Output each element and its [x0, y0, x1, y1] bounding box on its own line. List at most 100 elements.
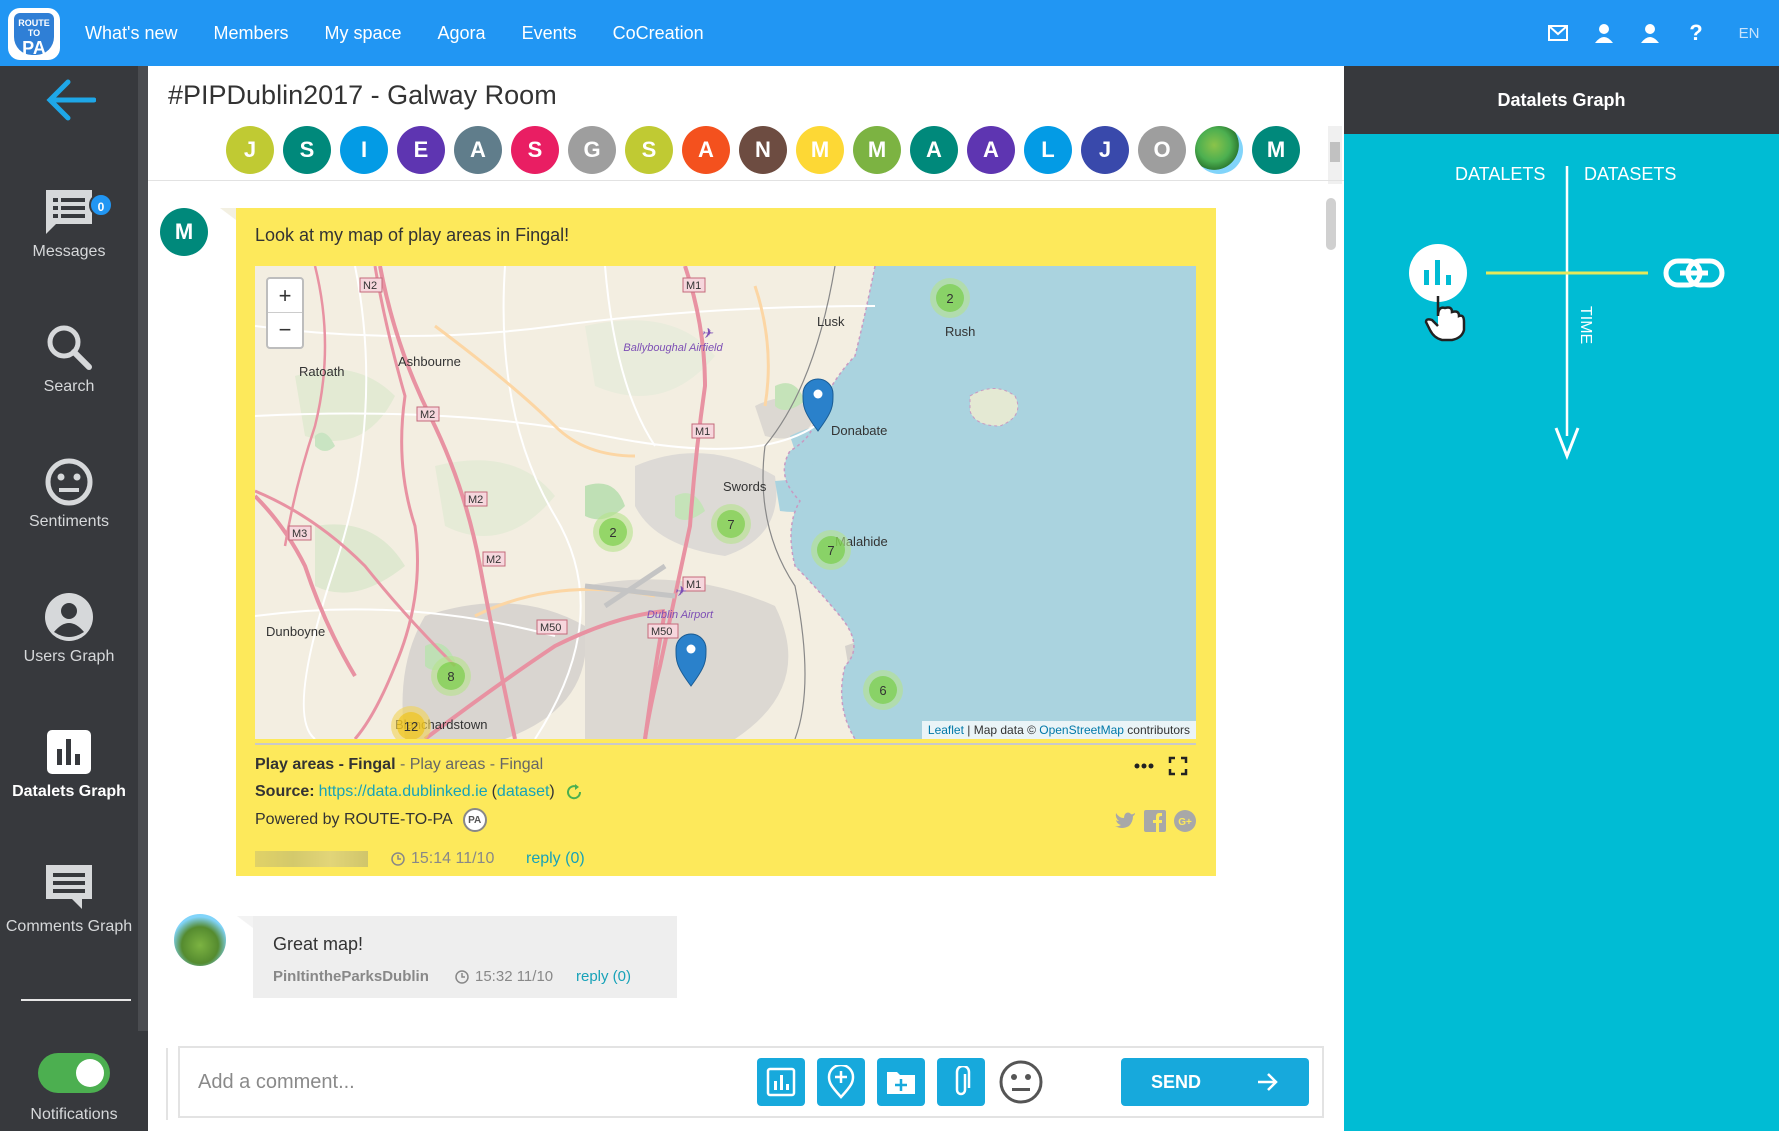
neutral-face-icon [999, 1060, 1043, 1104]
nav-whats-new[interactable]: What's new [85, 23, 177, 44]
attach-file-button[interactable] [937, 1058, 985, 1106]
sidebar-item-label: Users Graph [23, 648, 115, 665]
reply-link[interactable]: reply (0) [576, 968, 631, 985]
twitter-icon[interactable] [1114, 810, 1136, 837]
scrollbar-thumb[interactable] [1330, 142, 1340, 162]
messages-scrollbar[interactable] [1326, 198, 1336, 250]
add-datalet-button[interactable] [757, 1058, 805, 1106]
comment-composer: SEND [166, 1046, 1324, 1120]
cluster-marker[interactable]: 8 [447, 669, 454, 684]
avatar[interactable]: O [1138, 126, 1186, 174]
fullscreen-icon[interactable] [1168, 756, 1188, 781]
avatar[interactable]: I [340, 126, 388, 174]
sidebar-item-comments-graph[interactable]: Comments Graph [0, 856, 138, 936]
message-time: 15:14 11/10 [391, 850, 494, 868]
avatar[interactable]: A [967, 126, 1015, 174]
help-icon[interactable]: ? [1673, 20, 1719, 46]
google-plus-icon[interactable]: G+ [1174, 810, 1196, 837]
time-text: 15:32 11/10 [475, 968, 554, 985]
nav-events[interactable]: Events [522, 23, 577, 44]
nav-members[interactable]: Members [213, 23, 288, 44]
cluster-marker[interactable]: 6 [879, 683, 886, 698]
notifications-toggle[interactable] [38, 1053, 110, 1093]
mail-icon[interactable] [1535, 25, 1581, 41]
folder-plus-icon [885, 1068, 917, 1096]
zoom-out-button[interactable]: − [268, 313, 302, 347]
road-label-n2: N2 [363, 280, 377, 292]
datalet-subtitle: - Play areas - Fingal [395, 756, 544, 773]
sidebar-item-search[interactable]: Search [0, 316, 138, 396]
avatar[interactable] [1195, 126, 1243, 174]
road-label-m1: M1 [686, 579, 701, 591]
sidebar-item-users-graph[interactable]: Users Graph [0, 586, 138, 666]
send-button[interactable]: SEND [1121, 1058, 1309, 1106]
language-selector[interactable]: EN [1719, 25, 1779, 42]
leaflet-link[interactable]: Leaflet [928, 723, 964, 737]
avatar[interactable] [172, 912, 228, 968]
more-icon[interactable] [1134, 756, 1154, 781]
avatar[interactable]: S [625, 126, 673, 174]
room-title: #PIPDublin2017 - Galway Room [168, 80, 557, 110]
comment-message: Great map! PinItintheParksDublin 15:32 1… [237, 916, 677, 998]
back-arrow-icon[interactable] [44, 78, 97, 127]
place-lusk: Lusk [817, 314, 845, 329]
cluster-marker[interactable]: 12 [404, 719, 418, 734]
nav-agora[interactable]: Agora [438, 23, 486, 44]
dataset-link[interactable]: dataset [497, 783, 549, 801]
message-author[interactable]: PinItintheParksDublin [273, 968, 429, 985]
avatar[interactable]: N [739, 126, 787, 174]
datalets-graph-panel: Datalets Graph DATALETS DATASETS TIME [1344, 66, 1779, 1131]
sidebar-item-messages[interactable]: 0 Messages [0, 181, 138, 261]
nav-my-space[interactable]: My space [325, 23, 402, 44]
avatar[interactable]: G [568, 126, 616, 174]
sidebar-item-datalets-graph[interactable]: Datalets Graph [0, 721, 138, 801]
avatar[interactable]: J [226, 126, 274, 174]
map-canvas[interactable]: N2 M1 M1 M1 M2 M2 M2 M3 M50 M50 Ratoath … [255, 266, 1196, 739]
avatar[interactable]: M [796, 126, 844, 174]
avatar[interactable]: A [682, 126, 730, 174]
place-airfield: Ballyboughal Airfield [623, 342, 723, 354]
add-location-button[interactable] [817, 1058, 865, 1106]
datalet-node[interactable] [1409, 244, 1467, 302]
reply-link[interactable]: reply (0) [526, 850, 585, 868]
top-icons: ? EN [1535, 0, 1779, 66]
avatar[interactable]: J [1081, 126, 1129, 174]
cluster-marker[interactable]: 7 [827, 543, 834, 558]
avatar[interactable]: S [283, 126, 331, 174]
powered-by-logo: PA [462, 808, 487, 832]
account-icon[interactable] [1627, 23, 1673, 43]
route-to-pa-logo[interactable]: ROUTE TO PA [8, 8, 60, 60]
cluster-marker[interactable]: 2 [609, 525, 616, 540]
link-icon[interactable] [1663, 258, 1725, 288]
source-label: Source: [255, 783, 315, 800]
sentiment-button[interactable] [997, 1058, 1045, 1106]
facebook-icon[interactable] [1144, 810, 1166, 837]
cluster-marker[interactable]: 7 [727, 517, 734, 532]
avatar[interactable]: L [1024, 126, 1072, 174]
sidebar-scrollbar[interactable] [138, 66, 148, 1031]
road-label-m1: M1 [695, 426, 710, 438]
clock-icon [455, 969, 469, 984]
avatar[interactable]: M [160, 208, 208, 256]
composer-edge [166, 1048, 168, 1120]
avatar[interactable]: M [1252, 126, 1300, 174]
toggle-knob [76, 1059, 104, 1087]
zoom-in-button[interactable]: + [268, 279, 302, 313]
play-areas-map[interactable]: N2 M1 M1 M1 M2 M2 M2 M3 M50 M50 Ratoath … [255, 266, 1196, 739]
avatar[interactable]: S [511, 126, 559, 174]
profile-icon[interactable] [1581, 23, 1627, 43]
avatar[interactable]: A [910, 126, 958, 174]
nav-cocreation[interactable]: CoCreation [613, 23, 704, 44]
sidebar-item-sentiments[interactable]: Sentiments [0, 451, 138, 531]
avatar[interactable]: E [397, 126, 445, 174]
comment-input[interactable] [198, 1064, 718, 1100]
source-link[interactable]: https://data.dublinked.ie [319, 783, 488, 801]
avatars-scrollbar[interactable] [1328, 126, 1342, 184]
refresh-icon[interactable] [565, 783, 583, 801]
add-folder-button[interactable] [877, 1058, 925, 1106]
avatar[interactable]: A [454, 126, 502, 174]
avatar[interactable]: M [853, 126, 901, 174]
cluster-marker[interactable]: 2 [946, 291, 953, 306]
datalet-title: Play areas - Fingal [255, 756, 396, 773]
osm-link[interactable]: OpenStreetMap [1039, 723, 1124, 737]
